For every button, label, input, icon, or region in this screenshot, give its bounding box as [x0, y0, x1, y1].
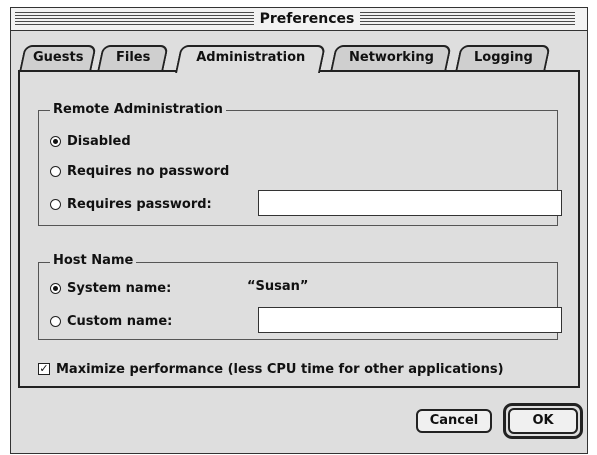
radio-disabled[interactable]: Disabled: [50, 132, 131, 150]
radio-empty-icon: [50, 165, 61, 177]
password-field[interactable]: [258, 190, 562, 216]
radio-requires-no-password[interactable]: Requires no password: [50, 162, 229, 180]
radio-selected-icon: [50, 282, 61, 294]
tab-administration[interactable]: Administration: [175, 45, 326, 73]
ok-button[interactable]: OK: [508, 408, 578, 434]
maximize-performance-checkbox[interactable]: ✓ Maximize performance (less CPU time fo…: [38, 360, 504, 378]
radio-empty-icon: [50, 198, 61, 210]
system-name-value: “Susan”: [247, 278, 309, 294]
tab-logging[interactable]: Logging: [455, 45, 551, 71]
radio-selected-icon: [50, 135, 61, 147]
radio-empty-icon: [50, 315, 61, 327]
title-bar[interactable]: Preferences: [11, 8, 587, 31]
host-name-legend: Host Name: [50, 253, 137, 269]
radio-custom-name[interactable]: Custom name:: [50, 312, 172, 330]
custom-name-field[interactable]: [258, 307, 562, 333]
radio-system-name[interactable]: System name:: [50, 279, 171, 297]
window-title: Preferences: [254, 9, 360, 29]
tab-files[interactable]: Files: [97, 45, 169, 71]
radio-requires-password[interactable]: Requires password:: [50, 195, 212, 213]
remote-administration-legend: Remote Administration: [50, 102, 226, 118]
cancel-button[interactable]: Cancel: [416, 409, 492, 433]
tab-networking[interactable]: Networking: [330, 45, 452, 71]
checkbox-checked-icon: ✓: [38, 362, 50, 375]
administration-panel: Remote Administration Disabled Requires …: [18, 70, 580, 388]
tab-guests[interactable]: Guests: [19, 45, 97, 71]
